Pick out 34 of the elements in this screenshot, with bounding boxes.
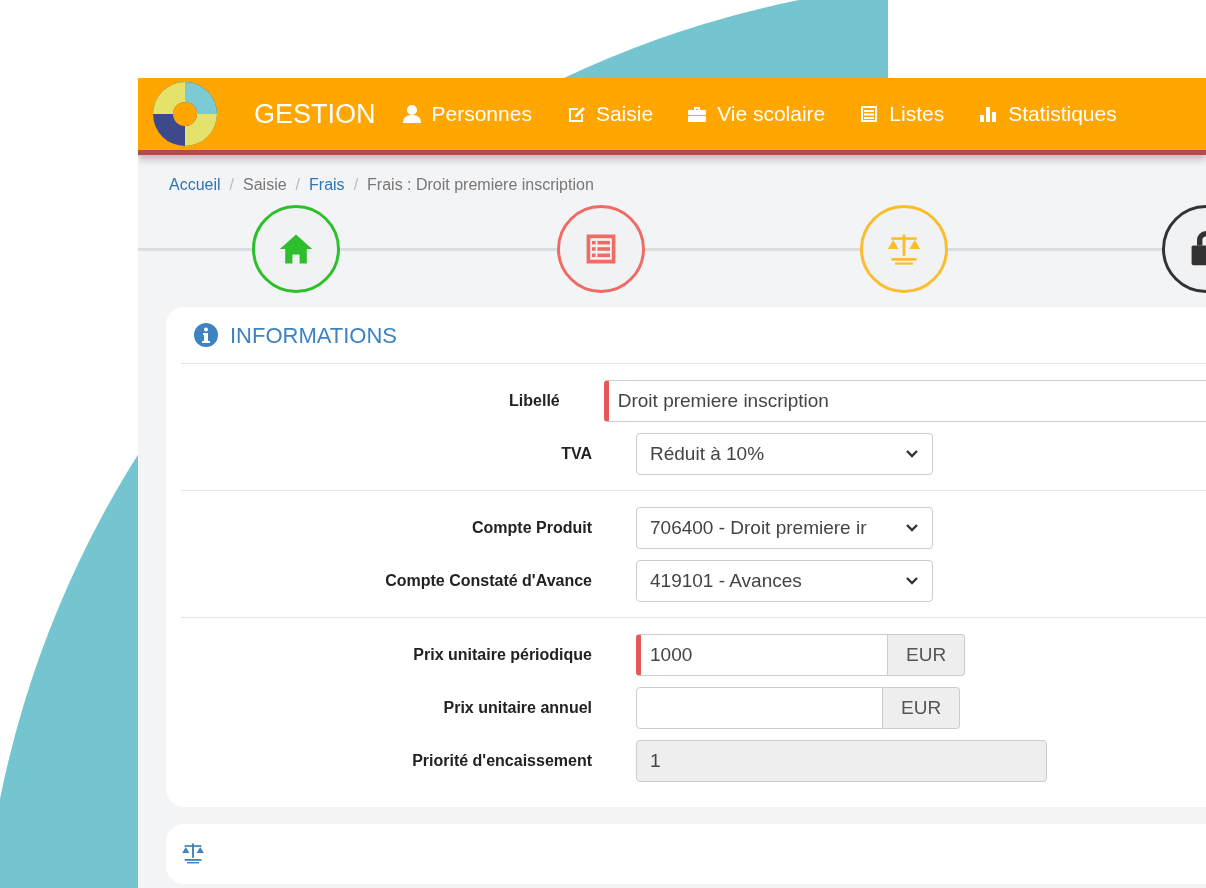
- breadcrumb-separator: /: [295, 176, 301, 193]
- number-field[interactable]: 1000: [636, 634, 888, 676]
- currency-addon: EUR: [888, 634, 966, 676]
- text-field[interactable]: Droit premiere inscription: [603, 380, 1206, 422]
- breadcrumb-item: Frais : Droit premiere inscription: [367, 176, 594, 193]
- select-field[interactable]: 419101 - Avances: [636, 560, 933, 602]
- breadcrumb-separator: /: [353, 176, 359, 193]
- info-icon: [194, 323, 218, 347]
- field-label: TVA: [560, 444, 592, 464]
- section-title: INFORMATIONS: [230, 321, 398, 350]
- breadcrumb-item: Saisie: [243, 176, 287, 193]
- chevron-down-icon: [905, 449, 919, 459]
- field-label: Prix unitaire périodique: [412, 645, 592, 665]
- briefcase-icon: [687, 104, 708, 124]
- field-label: Prix unitaire annuel: [442, 698, 592, 718]
- breadcrumb-link[interactable]: Accueil: [169, 176, 221, 193]
- chevron-down-icon: [905, 523, 919, 533]
- number-field[interactable]: [636, 687, 883, 729]
- bar-chart-icon: [978, 104, 999, 124]
- breadcrumb-separator: /: [229, 176, 235, 193]
- logo-icon: [152, 81, 218, 147]
- select-field[interactable]: Réduit à 10%: [636, 433, 933, 475]
- list-icon: [859, 104, 880, 124]
- field-label: Compte Produit: [471, 518, 592, 538]
- scale-icon: [181, 840, 205, 865]
- field-label: Compte Constaté d'Avance: [384, 571, 592, 591]
- select-field[interactable]: 706400 - Droit premiere ir: [636, 507, 933, 549]
- chevron-down-icon: [905, 576, 919, 586]
- field-label: Priorité d'encaissement: [411, 751, 592, 771]
- person-icon: [401, 104, 422, 124]
- currency-addon: EUR: [883, 687, 961, 729]
- breadcrumb-link[interactable]: Frais: [309, 176, 345, 193]
- field-label: Libellé: [508, 391, 560, 411]
- readonly-field: 1: [636, 740, 1047, 782]
